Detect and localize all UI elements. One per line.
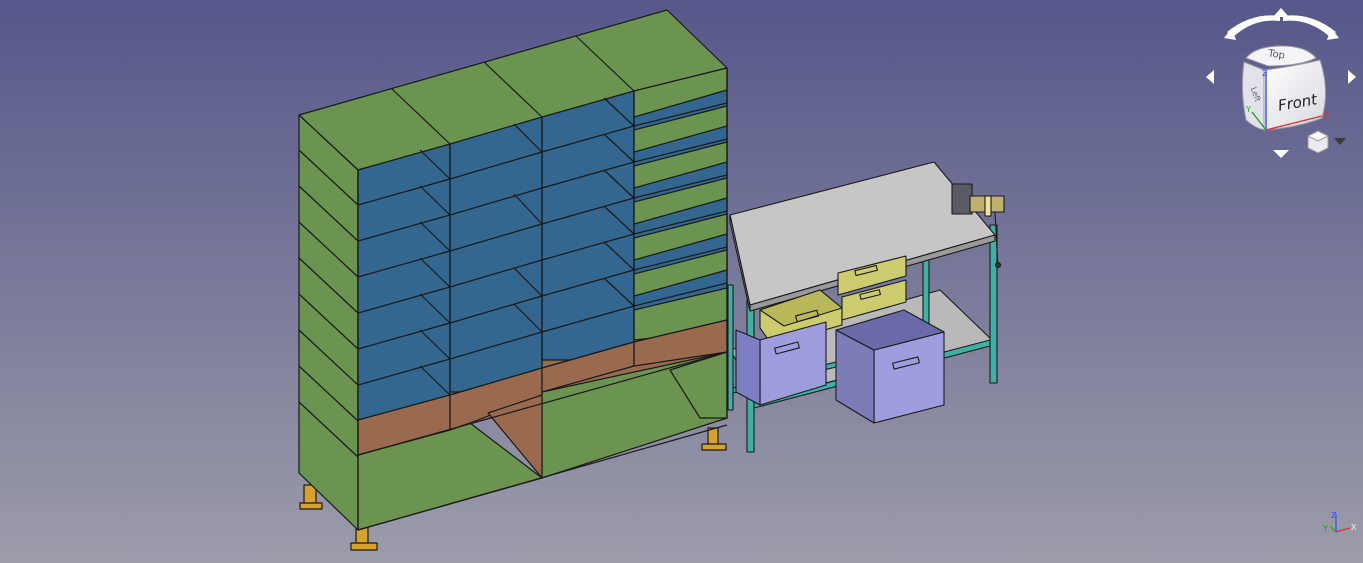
axis-indicator-z: Z [1331, 511, 1337, 520]
navcube-axis-y: Y [1245, 105, 1251, 114]
3d-viewport[interactable]: Top Front Left Z X Y Z X Y [0, 0, 1363, 563]
navcube-axis-x: X [1324, 110, 1330, 119]
axis-indicator-y: Y [1322, 524, 1328, 533]
navcube-axis-z: Z [1262, 69, 1268, 78]
axis-indicator-x: X [1351, 523, 1357, 532]
